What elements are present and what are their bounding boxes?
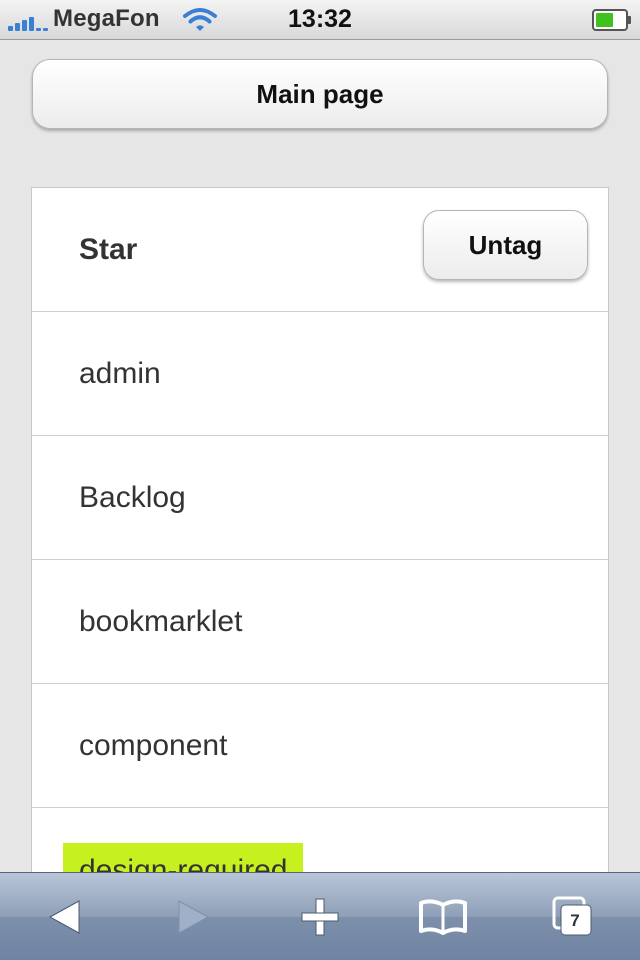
tag-item-bookmarklet[interactable]: bookmarklet	[32, 560, 608, 684]
main-page-button[interactable]: Main page	[32, 59, 608, 129]
tag-item-backlog[interactable]: Backlog	[32, 436, 608, 560]
tag-list: Star Untag admin Backlog bookmarklet com…	[31, 187, 609, 887]
browser-toolbar: 7	[0, 872, 640, 960]
tag-label: bookmarklet	[79, 605, 243, 638]
forward-button[interactable]	[158, 873, 228, 960]
tag-label: component	[79, 729, 228, 762]
bookmarks-button[interactable]	[408, 873, 478, 960]
clock: 13:32	[288, 5, 352, 33]
battery-icon	[592, 9, 631, 31]
tag-label: Backlog	[79, 481, 186, 514]
untag-button[interactable]: Untag	[423, 210, 588, 280]
tabs-count: 7	[563, 909, 587, 933]
tag-item-component[interactable]: component	[32, 684, 608, 808]
tag-label: admin	[79, 357, 161, 390]
forward-icon	[178, 900, 210, 934]
tabs-icon: 7	[550, 894, 596, 940]
add-bookmark-button[interactable]	[285, 873, 355, 960]
star-title: Star	[79, 233, 138, 266]
tabs-button[interactable]: 7	[538, 873, 608, 960]
add-icon	[301, 898, 339, 936]
back-button[interactable]	[30, 873, 100, 960]
status-bar: MegaFon 13:32	[0, 0, 640, 40]
star-header-row: Star Untag	[32, 188, 608, 312]
back-icon	[48, 900, 80, 934]
tag-item-admin[interactable]: admin	[32, 312, 608, 436]
bookmarks-icon	[419, 899, 467, 935]
